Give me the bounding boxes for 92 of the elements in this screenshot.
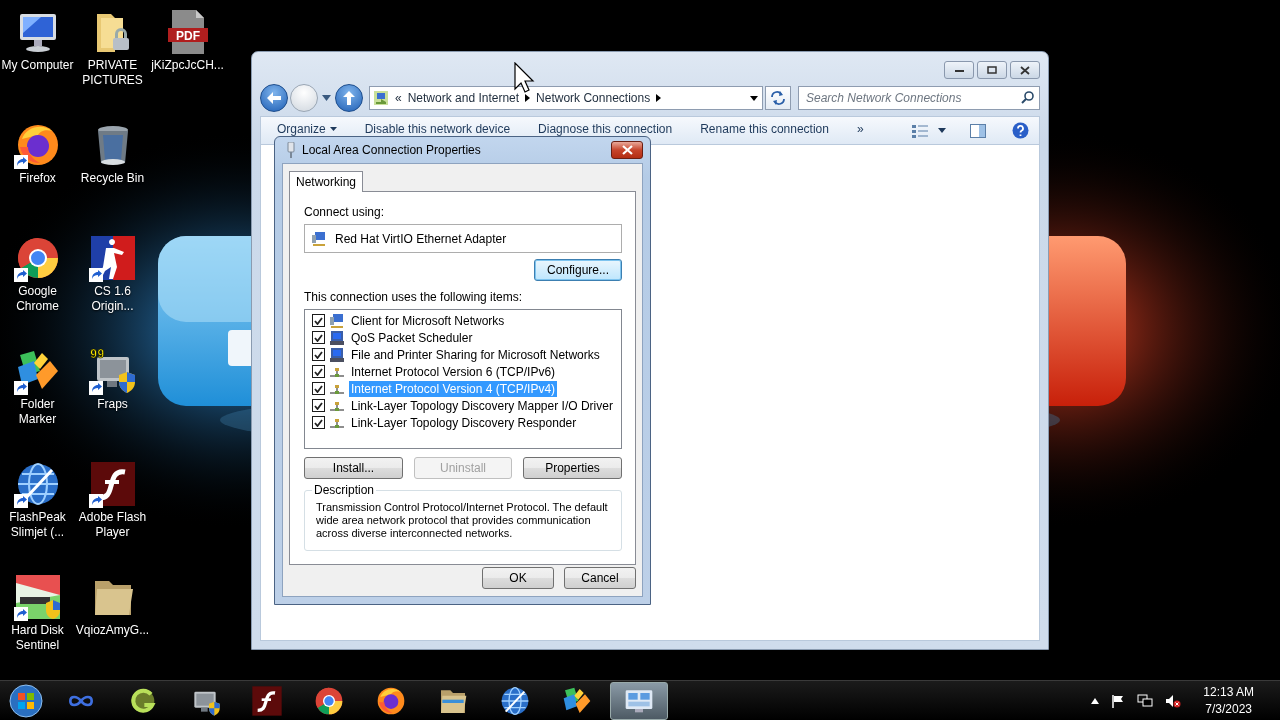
desktop-icon-label[interactable]: Google Chrome <box>0 284 75 314</box>
minimize-icon <box>954 68 964 72</box>
checkbox[interactable] <box>312 348 325 361</box>
toolbar-item[interactable]: Organize <box>277 122 337 136</box>
chevron-right-icon <box>656 94 662 102</box>
network-plug-icon <box>286 142 296 158</box>
network-icon[interactable] <box>1137 693 1154 708</box>
dialog-title: Local Area Connection Properties <box>302 143 482 157</box>
monitor-icon <box>329 329 345 346</box>
preview-pane-icon[interactable] <box>970 123 986 138</box>
dialog-button[interactable]: OK <box>482 567 554 589</box>
arrow-up-icon <box>343 91 355 105</box>
group-title: Description <box>313 483 376 497</box>
network-computer-icon <box>311 230 327 247</box>
view-list-icon[interactable] <box>912 123 928 138</box>
arrow-left-icon <box>267 92 281 104</box>
desktop-icon-label[interactable]: CS 1.6 Origin... <box>75 284 150 314</box>
desktop-icon-label[interactable]: PRIVATE PICTURES <box>75 58 150 88</box>
search-icon <box>1021 91 1034 104</box>
windows-orb-icon <box>9 683 43 718</box>
breadcrumb-overflow[interactable]: « <box>395 91 402 105</box>
description-text: Transmission Control Protocol/Internet Protocol. The default wide area network protocol that provides communication across diverse interconnected networks. <box>316 501 609 540</box>
list-item[interactable]: Link-Layer Topology Discovery Mapper I/O Driver <box>349 397 615 414</box>
fps-counter-label: 99 <box>89 348 104 362</box>
close-button[interactable] <box>611 141 643 159</box>
checkbox[interactable] <box>312 382 325 395</box>
desktop-icon-label[interactable]: VqiozAmyG... <box>75 623 150 638</box>
clock-time: 12:13 AM <box>1203 683 1254 701</box>
desktop-icon-label[interactable]: jKiZpcJcCH... <box>150 58 225 73</box>
maximize-button[interactable] <box>977 61 1007 79</box>
connect-using-label: Connect using: <box>304 205 386 219</box>
desktop-icon-label[interactable]: FlashPeak Slimjet (... <box>0 510 75 540</box>
desktop-icon-label[interactable]: Adobe Flash Player <box>75 510 150 540</box>
close-icon <box>1020 65 1030 75</box>
tab[interactable]: Networking <box>289 171 364 192</box>
list-item[interactable]: Link-Layer Topology Discovery Responder <box>349 414 579 431</box>
toolbar-item[interactable]: Disable this network device <box>364 122 511 136</box>
desktop-icon-label[interactable]: Recycle Bin <box>75 171 150 186</box>
list-item[interactable]: Internet Protocol Version 6 (TCP/IPv6) <box>349 363 558 380</box>
toolbar-item[interactable]: Rename this connection <box>700 122 829 136</box>
desktop-icon-label[interactable]: Fraps <box>75 397 150 412</box>
checkbox[interactable] <box>312 399 325 412</box>
soldier-icon <box>88 234 137 282</box>
flag-icon[interactable] <box>1111 693 1126 708</box>
list-item[interactable]: File and Printer Sharing for Microsoft Networks <box>349 346 602 363</box>
globe-icon <box>499 684 531 717</box>
caret-up-icon <box>1091 697 1100 704</box>
help-icon[interactable] <box>1012 122 1029 139</box>
history-caret-icon[interactable] <box>322 95 331 101</box>
adapter-name: Red Hat VirtIO Ethernet Adapter <box>335 231 507 246</box>
back-button[interactable] <box>260 84 288 112</box>
checkbox[interactable] <box>312 314 325 327</box>
action-button[interactable]: Install... <box>304 457 403 479</box>
file-type-label: PDF <box>175 29 200 43</box>
address-bar[interactable]: « Network and Internet Network Connections <box>369 86 763 110</box>
speaker-muted-icon[interactable] <box>1165 693 1182 708</box>
caret-down-icon <box>750 95 758 101</box>
desktop-icon-label[interactable]: Folder Marker <box>0 397 75 427</box>
search-field[interactable]: Search Network Connections <box>798 86 1040 110</box>
taskbar-button[interactable] <box>610 681 668 720</box>
items-label: This connection uses the following items: <box>304 290 524 304</box>
network-computer-icon <box>329 312 345 329</box>
mouse-pointer-icon <box>514 62 536 94</box>
minimize-button[interactable] <box>944 61 974 79</box>
checkbox[interactable] <box>312 416 325 429</box>
desktop-icon-label[interactable]: Hard Disk Sentinel <box>0 623 75 653</box>
up-button[interactable] <box>335 84 363 112</box>
desktop-icon-label[interactable]: My Computer <box>0 58 75 73</box>
refresh-icon <box>770 91 786 105</box>
toolbar-item[interactable]: Diagnose this connection <box>538 122 673 136</box>
breadcrumb-item[interactable]: Network and Internet <box>407 91 520 105</box>
list-item[interactable]: Client for Microsoft Networks <box>349 312 507 329</box>
close-button[interactable] <box>1010 61 1040 79</box>
dialog-button[interactable]: Cancel <box>564 567 636 589</box>
flash-icon <box>251 684 283 717</box>
breadcrumb-item[interactable]: Network Connections <box>536 91 651 105</box>
monitor-icon <box>329 346 345 363</box>
desktop-icon-label[interactable]: Firefox <box>0 171 75 186</box>
chevron-right-icon <box>525 94 531 102</box>
restore-icon <box>987 66 997 74</box>
refresh-button[interactable] <box>765 86 791 110</box>
caret-down-icon <box>938 128 946 133</box>
close-icon <box>621 145 633 155</box>
clock-date: 7/3/2023 <box>1205 700 1252 718</box>
configure-button[interactable]: Configure... <box>534 259 622 281</box>
network-folder-icon <box>373 90 389 106</box>
checkbox[interactable] <box>312 331 325 344</box>
more-commands[interactable]: » <box>856 122 864 136</box>
action-button[interactable]: Properties <box>523 457 622 479</box>
list-item[interactable]: QoS Packet Scheduler <box>349 329 475 346</box>
checkbox[interactable] <box>312 365 325 378</box>
clock[interactable]: 12:13 AM 7/3/2023 <box>1203 683 1254 718</box>
